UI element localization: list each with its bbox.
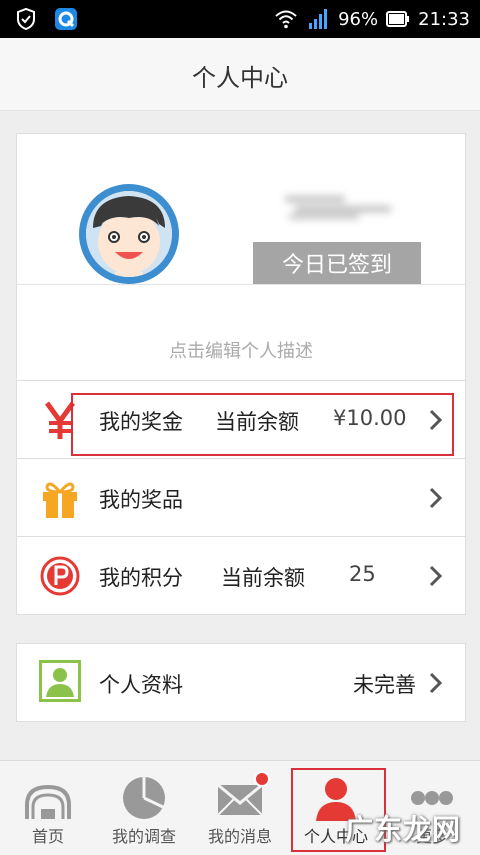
gift-icon: [39, 477, 81, 519]
chevron-right-icon: [429, 672, 443, 694]
personal-menu: 个人资料 未完善: [16, 643, 466, 722]
menu-item-prizes[interactable]: 我的奖品: [17, 459, 465, 537]
battery-percent: 96%: [338, 8, 379, 30]
chevron-right-icon: [429, 565, 443, 587]
personal-info-status: 未完善: [353, 673, 416, 697]
points-icon: [39, 555, 81, 597]
tab-home[interactable]: 首页: [0, 761, 96, 855]
tab-my-surveys[interactable]: 我的调查: [96, 761, 192, 855]
checkin-button[interactable]: 今日已签到: [253, 242, 421, 284]
user-profile-icon: [39, 660, 81, 702]
page-title: 个人中心: [192, 64, 288, 92]
profile-card: 今日已签到 点击编辑个人描述: [16, 133, 466, 381]
tab-label: 我的消息: [207, 827, 272, 846]
points-balance-label: 当前余额: [221, 566, 305, 590]
avatar[interactable]: [79, 184, 179, 284]
nickname-blurred: [285, 192, 391, 222]
tab-label: 首页: [31, 827, 64, 846]
q-app-icon: [54, 7, 78, 31]
points-balance-value: 25: [349, 562, 376, 586]
clock: 21:33: [418, 8, 470, 30]
status-bar: 96% 21:33: [0, 0, 480, 38]
tab-my-messages[interactable]: 我的消息: [192, 761, 288, 855]
pie-chart-icon: [121, 775, 167, 821]
edit-description-link[interactable]: 点击编辑个人描述: [17, 337, 465, 363]
personal-info-label: 个人资料: [99, 673, 183, 697]
header-bar: 个人中心: [0, 38, 480, 111]
menu-item-personal-info[interactable]: 个人资料 未完善: [17, 644, 465, 721]
home-icon: [25, 775, 71, 821]
menu-item-points[interactable]: 我的积分 当前余额 25: [17, 537, 465, 614]
tab-label: 我的调查: [111, 827, 176, 846]
points-label: 我的积分: [99, 566, 183, 590]
shield-check-icon: [14, 7, 38, 31]
highlight-box: [71, 393, 454, 456]
prizes-label: 我的奖品: [99, 488, 183, 512]
watermark-text: 广东龙网: [345, 813, 462, 846]
wifi-icon: [274, 7, 298, 31]
signal-icon: [306, 7, 330, 31]
chevron-right-icon: [429, 487, 443, 509]
battery-icon: [386, 7, 410, 31]
message-badge: [254, 771, 270, 787]
divider: [17, 284, 465, 285]
